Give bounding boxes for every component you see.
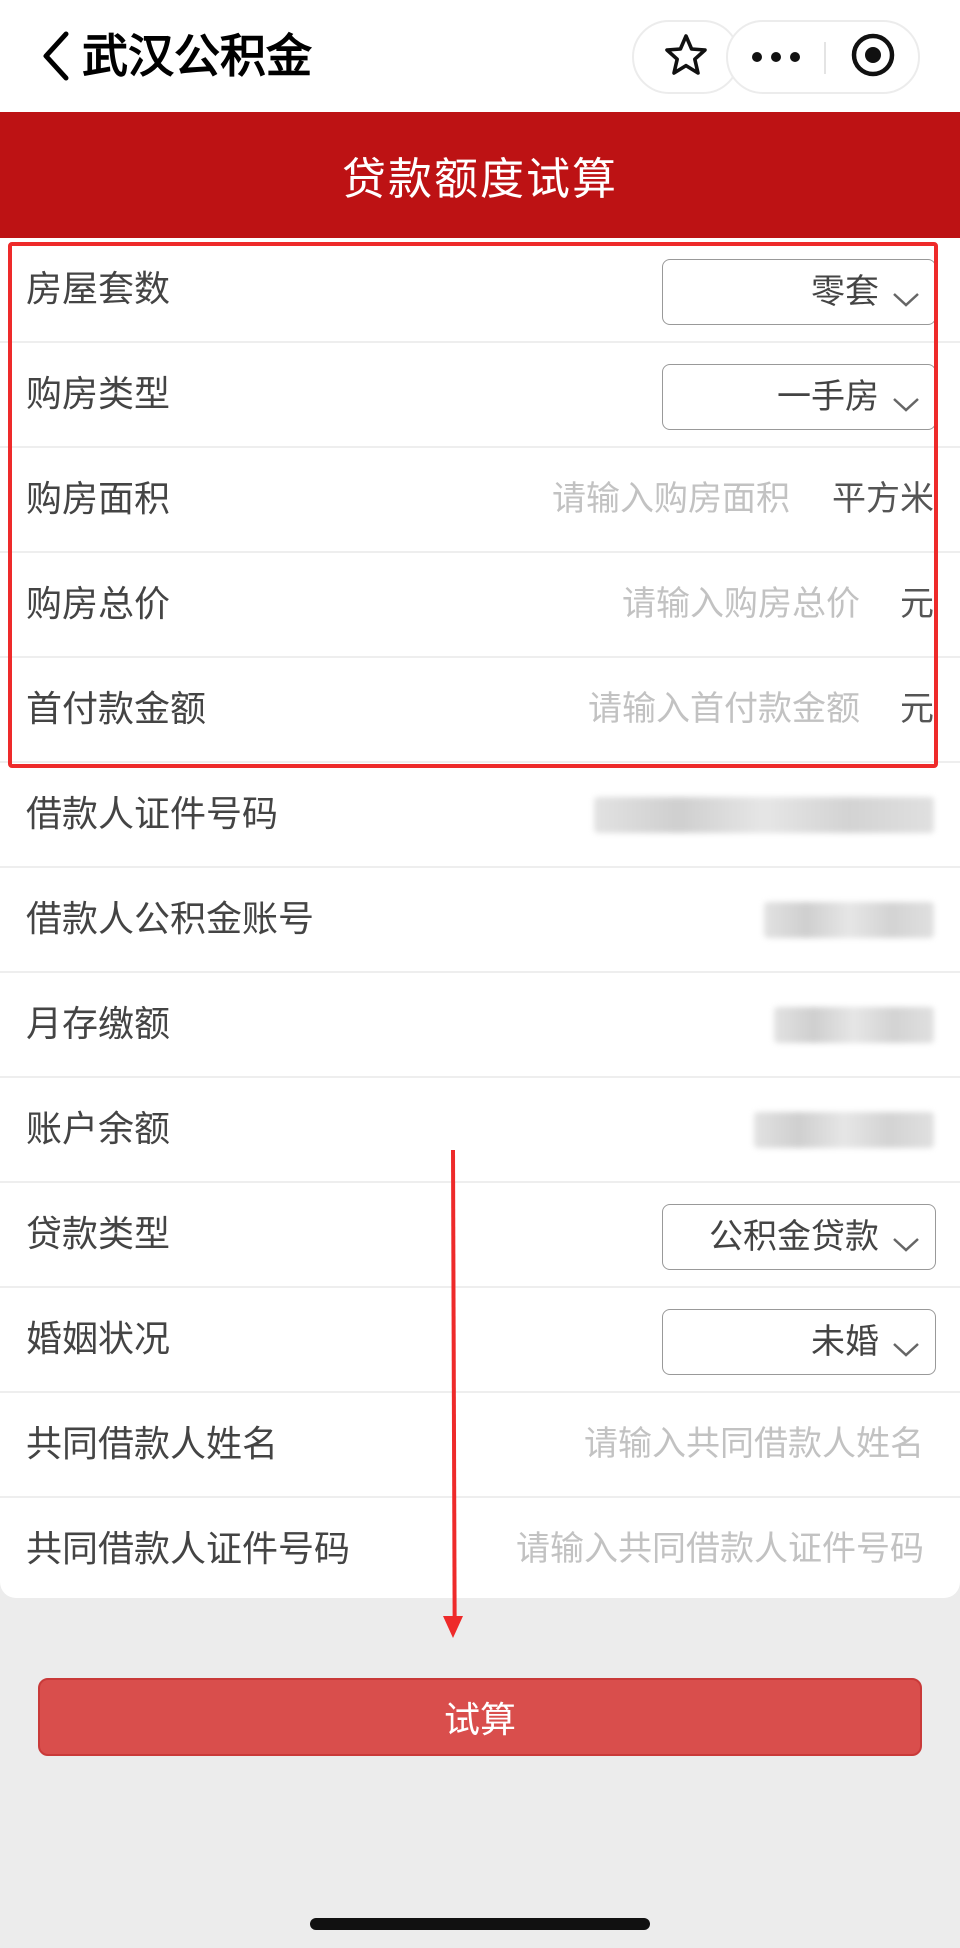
field-label: 账户余额	[26, 1109, 171, 1150]
select-value: 公积金贷款	[709, 1217, 879, 1257]
form-row-house-count: 房屋套数 零套	[0, 238, 960, 343]
annotation-arrow-head	[443, 1616, 463, 1638]
chevron-down-icon	[891, 385, 921, 412]
form-row-co-borrower-id: 共同借款人证件号码 请输入共同借款人证件号码	[0, 1498, 960, 1603]
field-label: 月存缴额	[26, 1004, 171, 1045]
form-row-balance: 账户余额	[0, 1078, 960, 1183]
loan-type-select[interactable]: 公积金贷款	[662, 1204, 936, 1270]
co-borrower-id-input[interactable]: 请输入共同借款人证件号码	[516, 1498, 924, 1601]
co-borrower-name-input[interactable]: 请输入共同借款人姓名	[584, 1393, 924, 1496]
chevron-down-icon	[891, 1225, 921, 1252]
form-row-area: 购房面积 请输入购房面积 平方米	[0, 448, 960, 553]
marital-status-select[interactable]: 未婚	[662, 1309, 936, 1375]
nav-title: 武汉公积金	[82, 29, 312, 83]
more-button[interactable]	[728, 22, 824, 92]
chevron-down-icon	[891, 1330, 921, 1357]
unit-label: 平方米	[832, 479, 934, 519]
form-row-co-borrower-name: 共同借款人姓名 请输入共同借款人姓名	[0, 1393, 960, 1498]
field-label: 首付款金额	[26, 689, 207, 730]
field-label: 贷款类型	[26, 1214, 171, 1255]
star-icon	[664, 33, 708, 81]
form-row-loan-type: 贷款类型 公积金贷款	[0, 1183, 960, 1288]
field-label: 婚姻状况	[26, 1319, 171, 1360]
target-icon	[850, 32, 896, 82]
chevron-left-icon[interactable]	[38, 30, 78, 82]
form-row-total-price: 购房总价 请输入购房总价 元	[0, 553, 960, 658]
form-row-marital-status: 婚姻状况 未婚	[0, 1288, 960, 1393]
blurred-id-value	[594, 797, 934, 833]
more-dots-icon	[751, 48, 801, 67]
select-value: 零套	[811, 272, 879, 312]
form-row-down-payment: 首付款金额 请输入首付款金额 元	[0, 658, 960, 763]
loan-form: 房屋套数 零套 购房类型 一手房 购房面积 请输入购房面积 平方米 购房总价 请…	[0, 238, 960, 1598]
field-label: 购房总价	[26, 584, 171, 625]
field-label: 购房面积	[26, 479, 171, 520]
select-value: 一手房	[777, 377, 879, 417]
field-label: 购房类型	[26, 374, 171, 415]
form-row-purchase-type: 购房类型 一手房	[0, 343, 960, 448]
blurred-balance-value	[754, 1112, 934, 1148]
close-button[interactable]	[826, 22, 920, 92]
form-row-account-number: 借款人公积金账号	[0, 868, 960, 973]
form-row-monthly-deposit: 月存缴额	[0, 973, 960, 1078]
field-label: 共同借款人姓名	[26, 1424, 279, 1465]
page-title: 贷款额度试算	[0, 112, 960, 238]
unit-label: 元	[900, 689, 934, 729]
purchase-type-select[interactable]: 一手房	[662, 364, 936, 430]
down-payment-input[interactable]: 请输入首付款金额	[588, 658, 860, 761]
capsule-menu	[726, 20, 920, 94]
field-label: 借款人证件号码	[26, 794, 279, 835]
blurred-account-value	[764, 902, 934, 938]
blurred-deposit-value	[774, 1007, 934, 1043]
field-label: 房屋套数	[26, 269, 171, 310]
select-value: 未婚	[811, 1322, 879, 1362]
calculate-button[interactable]: 试算	[38, 1678, 922, 1756]
favorite-button[interactable]	[632, 20, 740, 94]
home-indicator	[310, 1918, 650, 1930]
house-count-select[interactable]: 零套	[662, 259, 936, 325]
total-price-input[interactable]: 请输入购房总价	[622, 553, 860, 656]
unit-label: 元	[900, 584, 934, 624]
field-label: 借款人公积金账号	[26, 899, 315, 940]
field-label: 共同借款人证件号码	[26, 1529, 351, 1570]
form-row-id-number: 借款人证件号码	[0, 763, 960, 868]
chevron-down-icon	[891, 280, 921, 307]
area-input[interactable]: 请输入购房面积	[552, 448, 790, 551]
mini-program-navbar: 武汉公积金	[0, 0, 960, 112]
